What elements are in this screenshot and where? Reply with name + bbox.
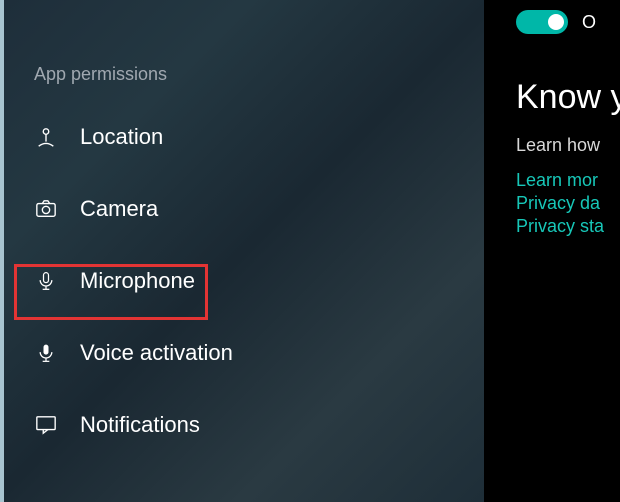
link-privacy-dashboard[interactable]: Privacy da	[516, 193, 620, 214]
notifications-icon	[34, 413, 58, 437]
voice-activation-icon	[34, 341, 58, 365]
content-panel: O Know yo Learn how Learn mor Privacy da…	[484, 0, 620, 502]
sidebar-item-camera[interactable]: Camera	[4, 173, 484, 245]
sidebar-item-label: Notifications	[80, 412, 200, 438]
sidebar-item-voice-activation[interactable]: Voice activation	[4, 317, 484, 389]
camera-icon	[34, 197, 58, 221]
sidebar-item-notifications[interactable]: Notifications	[4, 389, 484, 461]
toggle-label: O	[582, 12, 596, 33]
settings-sidebar: App permissions Location Camera	[4, 0, 484, 502]
sidebar-item-label: Camera	[80, 196, 158, 222]
section-subtitle: Learn how	[516, 135, 620, 156]
sidebar-item-label: Voice activation	[80, 340, 233, 366]
link-learn-more[interactable]: Learn mor	[516, 170, 620, 191]
sidebar-item-label: Microphone	[80, 268, 195, 294]
link-privacy-statement[interactable]: Privacy sta	[516, 216, 620, 237]
toggle-switch[interactable]	[516, 10, 568, 34]
location-icon	[34, 125, 58, 149]
sidebar-item-location[interactable]: Location	[4, 101, 484, 173]
section-header-app-permissions: App permissions	[4, 64, 484, 85]
toggle-row: O	[516, 10, 620, 34]
sidebar-item-microphone[interactable]: Microphone	[4, 245, 484, 317]
microphone-icon	[34, 269, 58, 293]
window-left-edge	[0, 0, 4, 502]
section-title: Know yo	[516, 78, 620, 117]
sidebar-item-label: Location	[80, 124, 163, 150]
